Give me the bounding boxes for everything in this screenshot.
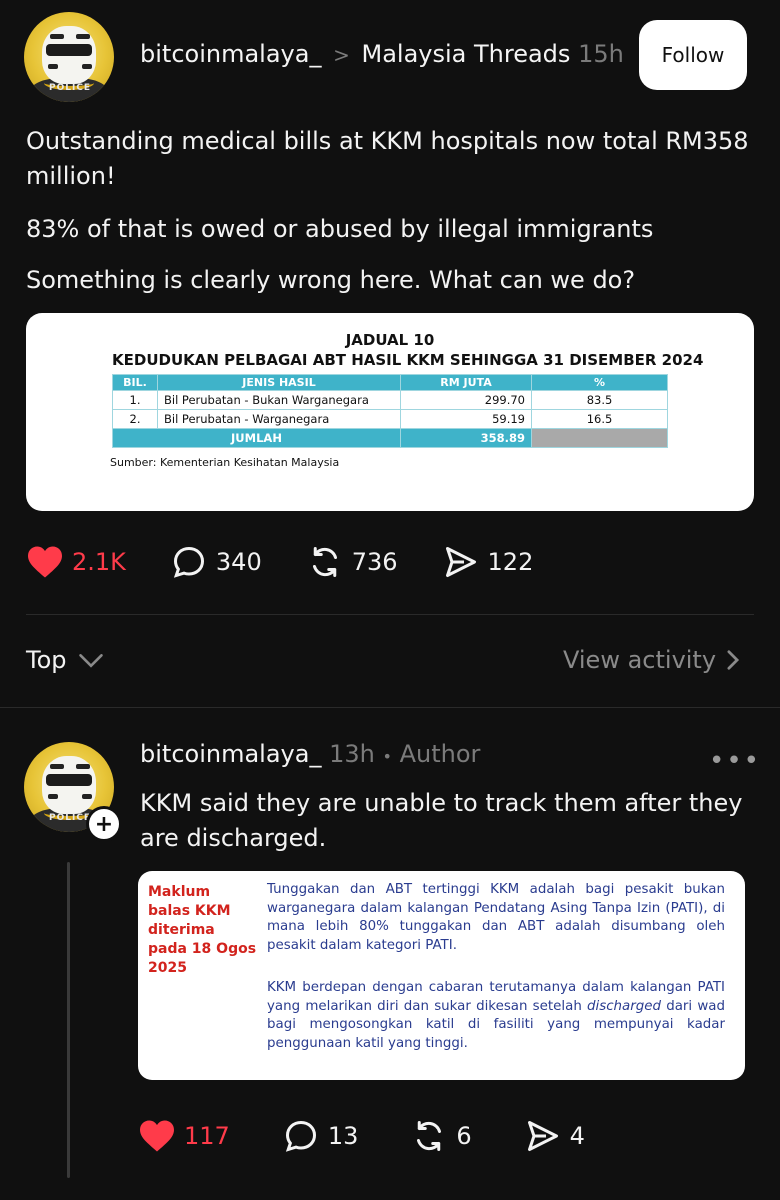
doc-paragraph: Tunggakan dan ABT tertinggi KKM adalah b…: [267, 882, 725, 953]
chevron-down-icon: [78, 654, 103, 668]
like-button[interactable]: 2.1K: [26, 545, 126, 579]
comment-count: 340: [215, 548, 262, 576]
more-options-icon[interactable]: •••: [709, 746, 761, 776]
post-actions: 2.1K 340 736 122: [26, 544, 577, 580]
table-total-row: JUMLAH 358.89: [112, 428, 668, 448]
repost-button[interactable]: 736: [306, 544, 398, 580]
table-source: Sumber: Kementerian Kesihatan Malaysia: [110, 456, 340, 469]
doc-paragraph: KKM berdepan dengan cabaran terutamanya …: [267, 980, 725, 1051]
divider: [26, 614, 754, 615]
follow-plus-button[interactable]: +: [86, 806, 122, 842]
table-row: 1. Bil Perubatan - Bukan Warganegara 299…: [112, 390, 668, 410]
like-count: 2.1K: [72, 548, 126, 576]
repost-icon: [312, 547, 337, 577]
reply-username[interactable]: bitcoinmalaya_: [140, 740, 321, 768]
repost-icon: [417, 1121, 442, 1151]
view-activity-link[interactable]: View activity: [563, 646, 742, 674]
divider: [0, 707, 780, 708]
author-badge: Author: [399, 740, 481, 768]
post-line: million!: [26, 162, 116, 190]
reply-line: KKM said they are unable to track them a…: [140, 789, 743, 817]
post-line: Outstanding medical bills at KKM hospita…: [26, 127, 749, 155]
reply-image[interactable]: Maklum balas KKM diterima pada 18 Ogos 2…: [138, 871, 745, 1080]
follow-button[interactable]: Follow: [639, 20, 747, 90]
doc-side-label: Maklum balas KKM diterima pada 18 Ogos 2…: [148, 884, 257, 976]
comment-icon: [285, 1120, 316, 1152]
send-icon: [527, 1121, 558, 1151]
comment-button[interactable]: 13: [282, 1118, 359, 1154]
data-table: BIL. JENIS HASIL RM JUTA % 1. Bil Peruba…: [112, 374, 668, 448]
heart-icon: [28, 546, 62, 578]
view-activity-label: View activity: [563, 646, 717, 674]
reply-body: KKM said they are unable to track them a…: [140, 786, 742, 856]
chevron-right-icon: >: [333, 43, 350, 67]
table-subtitle: KEDUDUKAN PELBAGAI ABT HASIL KKM SEHINGG…: [112, 351, 704, 369]
thread-line: [67, 862, 70, 1178]
repost-count: 736: [351, 548, 398, 576]
post-time: 15h: [578, 40, 624, 68]
comment-button[interactable]: 340: [170, 544, 262, 580]
post-line: 83% of that is owed or abused by illegal…: [26, 215, 654, 243]
community-name[interactable]: Malaysia Threads: [362, 40, 571, 68]
like-count: 117: [184, 1122, 230, 1150]
reply-header: bitcoinmalaya_ 13h • Author: [140, 740, 480, 768]
column-header: RM JUTA: [400, 374, 532, 391]
like-button[interactable]: 117: [138, 1119, 230, 1153]
share-button[interactable]: 4: [524, 1118, 585, 1154]
share-count: 122: [487, 548, 534, 576]
repost-count: 6: [456, 1122, 472, 1150]
post-header: bitcoinmalaya_ > Malaysia Threads 15h: [140, 40, 624, 68]
send-icon: [445, 547, 476, 577]
column-header: BIL.: [112, 374, 158, 391]
reply-actions: 117 13 6 4: [138, 1118, 629, 1154]
reply-time: 13h: [329, 740, 375, 768]
post-body: Outstanding medical bills at KKM hospita…: [26, 124, 749, 194]
column-header: JENIS HASIL: [157, 374, 401, 391]
comment-count: 13: [327, 1122, 359, 1150]
avatar[interactable]: POLICE: [24, 12, 114, 102]
table-title: JADUAL 10: [345, 331, 435, 349]
reply-line: are discharged.: [140, 824, 327, 852]
chevron-right-icon: [727, 650, 740, 670]
share-count: 4: [569, 1122, 585, 1150]
sort-dropdown[interactable]: Top: [26, 646, 105, 674]
username[interactable]: bitcoinmalaya_: [140, 40, 321, 68]
post-line: Something is clearly wrong here. What ca…: [26, 266, 636, 294]
bullet: •: [382, 747, 392, 766]
table-row: 2. Bil Perubatan - Warganegara 59.19 16.…: [112, 409, 668, 429]
heart-icon: [140, 1120, 174, 1152]
sort-label: Top: [26, 646, 67, 674]
repost-button[interactable]: 6: [410, 1118, 472, 1154]
share-button[interactable]: 122: [442, 544, 534, 580]
post-image[interactable]: JADUAL 10 KEDUDUKAN PELBAGAI ABT HASIL K…: [26, 313, 754, 511]
column-header: %: [531, 374, 668, 391]
comment-icon: [173, 546, 204, 578]
